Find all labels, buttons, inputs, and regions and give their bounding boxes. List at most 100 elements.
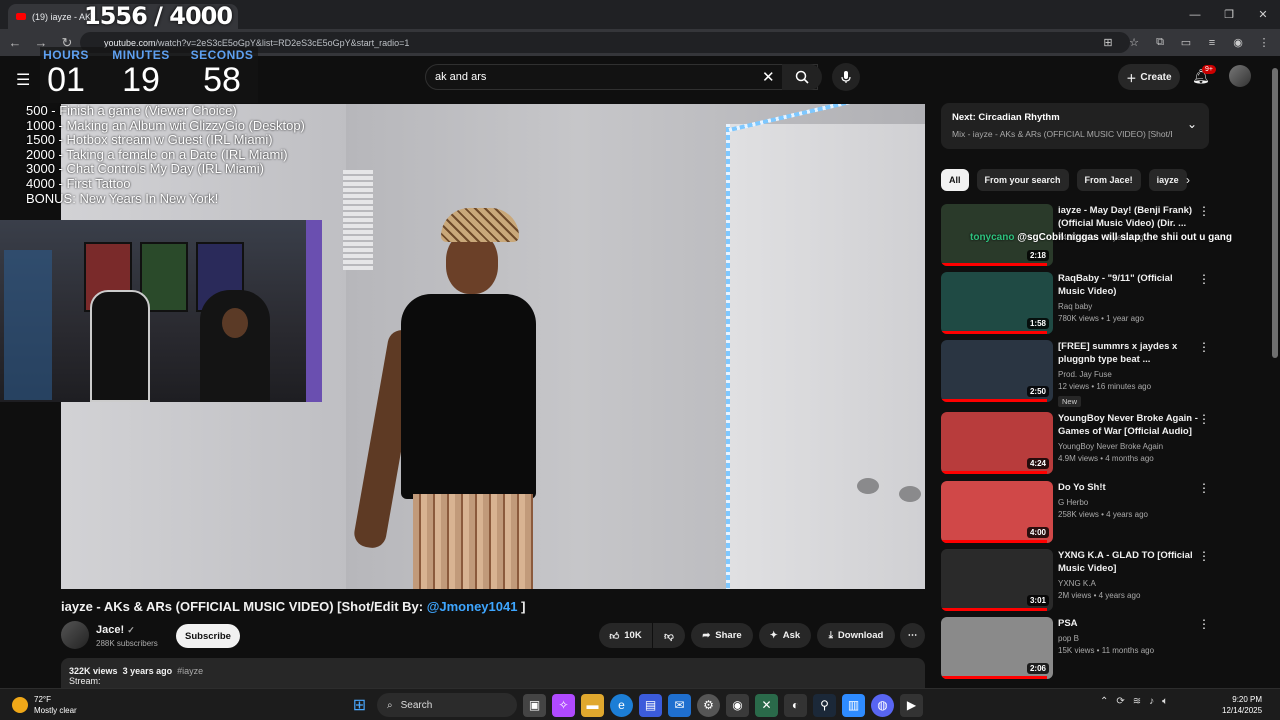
- recommended-video[interactable]: 1:58 RaqBaby - "9/11" (Official Music Vid…: [941, 272, 1256, 334]
- filter-chip[interactable]: From your search: [976, 169, 1069, 191]
- file-explorer-icon[interactable]: ▬: [581, 693, 604, 717]
- webcam-shelf: [4, 250, 52, 400]
- recommended-video[interactable]: 3:01 YXNG K.A - GLAD TO [Official Music V…: [941, 549, 1256, 611]
- bookmark-star-icon[interactable]: ☆: [1124, 32, 1144, 53]
- recommended-channel[interactable]: YXNG K.A: [1058, 579, 1198, 588]
- install-app-icon[interactable]: ⊞: [1098, 32, 1118, 53]
- recommended-video-title[interactable]: YoungBoy Never Broke Again - Games of Wa…: [1058, 412, 1198, 438]
- playlist-next-panel[interactable]: Next: Circadian Rhythm Mix - iayze - AKs…: [941, 103, 1209, 149]
- video-thumbnail[interactable]: 3:01: [941, 549, 1053, 611]
- split-screen-icon[interactable]: ▭: [1176, 32, 1196, 53]
- extensions-icon[interactable]: ⧉: [1150, 32, 1170, 53]
- timer-minutes: 19: [122, 61, 160, 99]
- wifi-icon[interactable]: ≋: [1133, 696, 1141, 707]
- excel-icon[interactable]: ✕: [755, 693, 778, 717]
- recommended-channel[interactable]: Prod. Jay Fuse: [1058, 370, 1198, 379]
- microphone-tray-icon[interactable]: ♪: [1149, 696, 1154, 707]
- network-icon[interactable]: ⟳: [1116, 696, 1124, 707]
- recommended-video-title[interactable]: YXNG K.A - GLAD TO [Official Music Video…: [1058, 549, 1198, 575]
- scrollbar-thumb[interactable]: [1272, 68, 1278, 358]
- close-window-icon[interactable]: ✕: [1246, 0, 1280, 29]
- watch-progress-bar: [941, 263, 1048, 266]
- recommended-channel[interactable]: YoungBoy Never Broke Again: [1058, 442, 1198, 451]
- create-button[interactable]: ＋ Create: [1118, 64, 1180, 90]
- video-thumbnail[interactable]: 4:00: [941, 481, 1053, 543]
- recommended-video-title[interactable]: Do Yo Sh!t: [1058, 481, 1198, 494]
- app-icon[interactable]: ◐: [784, 693, 807, 717]
- more-vertical-icon[interactable]: ⋮: [1198, 412, 1210, 426]
- chevron-down-icon[interactable]: ⌄: [1187, 117, 1197, 131]
- like-button[interactable]: 👍︎ 10K: [599, 623, 652, 648]
- recommended-channel[interactable]: pop B: [1058, 634, 1198, 643]
- filter-chip[interactable]: iayze: [1148, 169, 1187, 191]
- clear-search-icon[interactable]: ✕: [762, 68, 775, 86]
- webcam-gaming-chair: [90, 290, 150, 402]
- download-button[interactable]: ⤓ Download: [817, 623, 895, 648]
- hamburger-menu-icon[interactable]: ☰: [16, 70, 30, 90]
- search-button[interactable]: [782, 64, 822, 90]
- recommended-video-title[interactable]: RaqBaby - "9/11" (Official Music Video): [1058, 272, 1198, 298]
- back-icon[interactable]: ←: [4, 35, 26, 50]
- menu-dots-icon[interactable]: ⋮: [1254, 32, 1274, 53]
- outlook-icon[interactable]: ✉: [668, 693, 691, 717]
- account-avatar[interactable]: [1229, 65, 1251, 87]
- volume-icon[interactable]: 🔈︎: [1162, 696, 1168, 707]
- more-vertical-icon[interactable]: ⋮: [1198, 340, 1210, 354]
- search-input[interactable]: ak and ars: [425, 64, 818, 90]
- hashtag-link[interactable]: #iayze: [177, 666, 203, 676]
- steam-icon[interactable]: ⚲: [813, 693, 836, 717]
- recommended-channel[interactable]: G Herbo: [1058, 498, 1198, 507]
- chevron-up-icon[interactable]: ⌃: [1100, 696, 1108, 707]
- door-knob: [857, 478, 879, 494]
- copilot-icon[interactable]: ✧: [552, 693, 575, 717]
- video-title-mention-link[interactable]: @Jmoney1041: [427, 599, 518, 614]
- subscribe-button[interactable]: Subscribe: [176, 624, 240, 648]
- recommended-video[interactable]: 2:50 [FREE] summrs x jaydes x pluggnb typ…: [941, 340, 1256, 407]
- minimize-icon[interactable]: —: [1178, 0, 1212, 29]
- sub-goal-counter: 1556 / 4000: [84, 2, 233, 30]
- weather-widget[interactable]: 72°F Mostly clear: [12, 694, 77, 716]
- recommended-channel[interactable]: Raq baby: [1058, 302, 1198, 311]
- media-control-icon[interactable]: ≡: [1202, 32, 1222, 53]
- system-clock[interactable]: 9:20 PM 12/14/2025: [1222, 694, 1262, 716]
- maximize-icon[interactable]: ❐: [1212, 0, 1246, 29]
- recommended-video[interactable]: 2:06 PSA pop B 15K views • 11 months ago ⋮: [941, 617, 1256, 679]
- more-vertical-icon[interactable]: ⋮: [1198, 617, 1210, 631]
- more-vertical-icon[interactable]: ⋮: [1198, 549, 1210, 563]
- recommended-video-title[interactable]: iayze - May Day! (Benji Frank) (Official…: [1058, 204, 1198, 230]
- taskbar-search[interactable]: ⌕ Search: [377, 693, 517, 717]
- filter-chip[interactable]: All: [941, 169, 969, 191]
- dislike-button[interactable]: 👎︎: [653, 623, 685, 648]
- windows-start-icon[interactable]: ⊞: [348, 694, 371, 717]
- media-player-icon[interactable]: ▶: [900, 693, 923, 717]
- recommended-video[interactable]: 4:24 YoungBoy Never Broke Again - Games o…: [941, 412, 1256, 474]
- more-vertical-icon[interactable]: ⋮: [1198, 272, 1210, 286]
- page-scrollbar[interactable]: [1270, 56, 1280, 686]
- video-thumbnail[interactable]: 4:24: [941, 412, 1053, 474]
- more-vertical-icon[interactable]: ⋮: [1198, 204, 1210, 218]
- video-thumbnail[interactable]: 2:06: [941, 617, 1053, 679]
- chrome-browser-icon[interactable]: ◉: [726, 693, 749, 717]
- recommended-video[interactable]: 4:00 Do Yo Sh!t G Herbo 258K views • 4 year…: [941, 481, 1256, 543]
- store-icon[interactable]: ▤: [639, 693, 662, 717]
- settings-icon[interactable]: ⚙: [697, 693, 720, 717]
- ask-button[interactable]: ✦ Ask: [759, 623, 811, 648]
- video-thumbnail[interactable]: 1:58: [941, 272, 1053, 334]
- share-button[interactable]: ➦ Share: [691, 623, 753, 648]
- more-vertical-icon[interactable]: ⋮: [1198, 481, 1210, 495]
- recommended-video-title[interactable]: PSA: [1058, 617, 1198, 630]
- channel-name[interactable]: Jace! ✓: [96, 624, 135, 636]
- video-thumbnail[interactable]: 2:50: [941, 340, 1053, 402]
- more-actions-button[interactable]: ⋯: [900, 623, 925, 648]
- chevron-right-icon[interactable]: ›: [1186, 173, 1190, 187]
- notepad-icon[interactable]: ▥: [842, 693, 865, 717]
- edge-browser-icon[interactable]: e: [610, 693, 633, 717]
- discord-icon[interactable]: ◍: [871, 693, 894, 717]
- profile-icon[interactable]: ◉: [1228, 32, 1248, 53]
- channel-avatar[interactable]: [61, 621, 89, 649]
- task-view-icon[interactable]: ▣: [523, 693, 546, 717]
- filter-chip[interactable]: From Jace!: [1076, 169, 1141, 191]
- like-count: 10K: [624, 630, 642, 641]
- recommended-video-title[interactable]: [FREE] summrs x jaydes x pluggnb type be…: [1058, 340, 1198, 366]
- voice-search-button[interactable]: [832, 63, 860, 91]
